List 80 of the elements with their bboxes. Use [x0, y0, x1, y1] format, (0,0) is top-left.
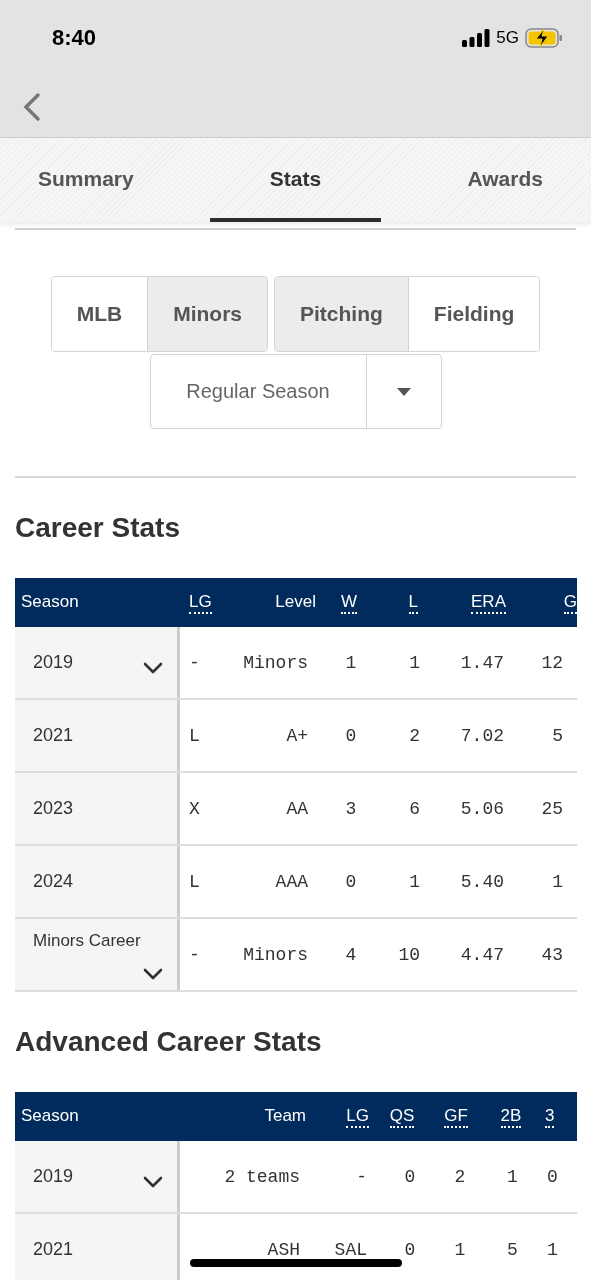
segment-button[interactable]: Pitching	[275, 277, 408, 351]
table-cell: ASH	[267, 1239, 300, 1260]
table-cell: 7.02	[460, 725, 504, 746]
table-cell: 1	[547, 1239, 558, 1260]
table-cell: 6	[409, 798, 420, 819]
table-cell: Minors	[243, 652, 308, 673]
column-header[interactable]: GF	[444, 1105, 468, 1128]
column-header[interactable]: 3	[545, 1105, 555, 1128]
section-title: Advanced Career Stats	[14, 1025, 323, 1059]
table-cell: AAA	[275, 871, 308, 892]
column-header[interactable]: Season	[21, 1105, 79, 1128]
table-cell: X	[189, 798, 200, 819]
column-header[interactable]: QS	[389, 1105, 415, 1128]
column-header[interactable]: 2B	[500, 1105, 522, 1128]
chevron-down-icon[interactable]	[143, 1176, 163, 1188]
table-cell: 2 teams	[224, 1166, 300, 1187]
column-header[interactable]: Team	[264, 1105, 306, 1128]
table-cell: 1	[552, 871, 563, 892]
column-header[interactable]: LG	[346, 1105, 369, 1128]
table-cell: 3	[345, 798, 357, 819]
table-cell: A+	[286, 725, 308, 746]
table-cell: 0	[345, 725, 357, 746]
chevron-down-icon[interactable]	[143, 968, 163, 980]
table-cell: L	[189, 725, 200, 746]
season-type-dropdown[interactable]: Regular Season	[149, 354, 442, 429]
table-cell: SAL	[334, 1239, 367, 1260]
column-header[interactable]: L	[408, 591, 418, 614]
signal-icon	[462, 29, 491, 47]
season-label: 2019	[33, 1166, 74, 1187]
season-label: 2023	[33, 798, 74, 819]
table-cell: 1.47	[460, 652, 504, 673]
column-header[interactable]: LG	[189, 591, 212, 614]
table-cell: 1	[409, 652, 420, 673]
caret-icon	[396, 387, 411, 396]
chevron-down-icon[interactable]	[143, 662, 163, 674]
table-cell: 43	[541, 944, 563, 965]
season-label: 2024	[33, 871, 74, 892]
season-label: Minors Career	[33, 931, 141, 951]
table-cell: -	[189, 652, 200, 673]
table-cell: 1	[409, 871, 420, 892]
column-header[interactable]: G	[563, 591, 577, 614]
table-cell: 0	[345, 871, 357, 892]
table-cell: L	[189, 871, 200, 892]
table-cell: AA	[286, 798, 308, 819]
season-label: 2021	[33, 725, 74, 746]
table-cell: 2	[454, 1166, 466, 1187]
network-label: 5G	[496, 28, 519, 48]
tab[interactable]: Stats	[209, 138, 382, 222]
tab[interactable]: Summary	[0, 138, 172, 222]
table-cell: 4	[345, 944, 357, 965]
status-time: 8:40	[52, 25, 97, 51]
section-title: Career Stats	[14, 511, 181, 545]
table-cell: 12	[541, 652, 563, 673]
table-cell: 2	[409, 725, 420, 746]
table-cell: 0	[404, 1166, 416, 1187]
segment-button[interactable]: Minors	[147, 277, 267, 351]
table-cell: 5	[507, 1239, 518, 1260]
table-cell: 0	[547, 1166, 558, 1187]
column-header[interactable]: Level	[275, 591, 316, 614]
table-cell: 5.40	[460, 871, 504, 892]
season-label: 2019	[33, 652, 74, 673]
table-cell: 4.47	[460, 944, 504, 965]
table-cell: 5	[552, 725, 563, 746]
table-cell: 5.06	[460, 798, 504, 819]
table-cell: 0	[404, 1239, 416, 1260]
segment-button[interactable]: Fielding	[407, 277, 540, 351]
table-cell: -	[189, 944, 200, 965]
column-header[interactable]: Season	[21, 591, 79, 614]
table-cell: 10	[398, 944, 420, 965]
table-cell: Minors	[243, 944, 308, 965]
table-cell: 1	[454, 1239, 466, 1260]
column-header[interactable]: ERA	[471, 591, 506, 614]
table-cell: 25	[541, 798, 563, 819]
tab[interactable]: Awards	[419, 138, 591, 222]
season-label: 2021	[33, 1239, 74, 1260]
table-cell: -	[356, 1166, 367, 1187]
table-cell: 1	[345, 652, 357, 673]
table-cell: 1	[507, 1166, 518, 1187]
back-button[interactable]	[22, 91, 42, 122]
column-header[interactable]: W	[340, 591, 357, 614]
